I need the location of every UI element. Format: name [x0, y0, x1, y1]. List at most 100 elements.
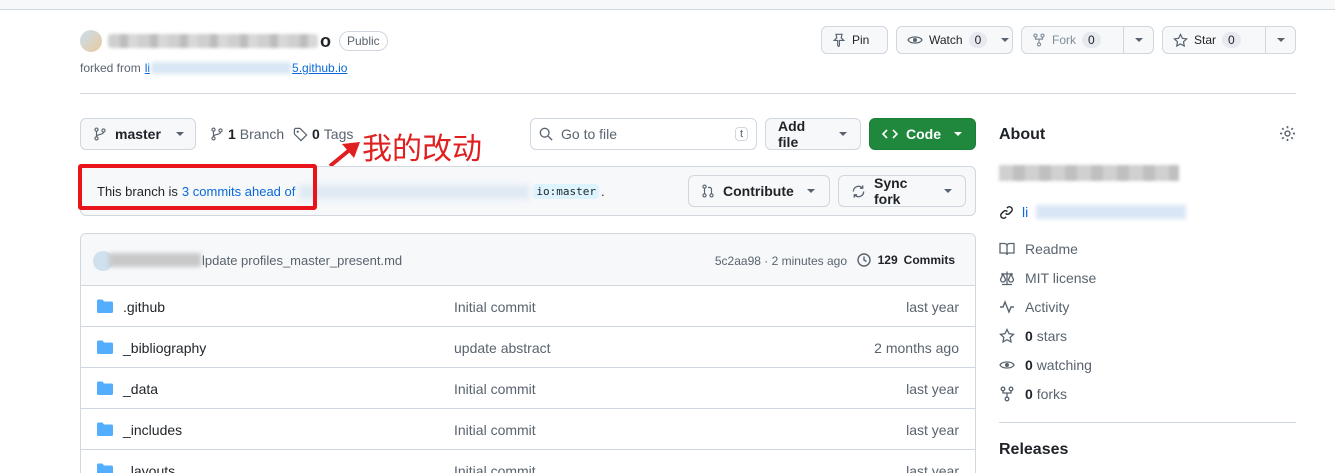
- file-commit-message[interactable]: Initial commit: [454, 463, 536, 473]
- fork-label: Fork: [1052, 33, 1076, 47]
- star-button[interactable]: Star 0: [1162, 26, 1296, 54]
- link-icon: [999, 205, 1014, 220]
- file-name[interactable]: .github: [123, 299, 165, 315]
- watch-button[interactable]: Watch 0: [896, 26, 1013, 54]
- redacted-homepage: [1036, 205, 1187, 219]
- file-commit-message[interactable]: Initial commit: [454, 422, 536, 438]
- star-icon: [999, 328, 1015, 344]
- code-label: Code: [906, 126, 941, 142]
- chevron-down-icon: [1276, 37, 1286, 43]
- go-to-file-search[interactable]: Go to file t: [530, 118, 757, 150]
- code-button[interactable]: Code: [869, 118, 976, 150]
- forks-label: forks: [1036, 386, 1068, 402]
- folder-icon: [97, 422, 113, 436]
- fork-dropdown[interactable]: [1123, 27, 1153, 53]
- eye-icon: [999, 357, 1015, 373]
- visibility-badge: Public: [339, 31, 388, 51]
- redacted-upstream: [151, 62, 292, 74]
- homepage-link[interactable]: li: [999, 204, 1187, 220]
- folder-icon: [97, 340, 113, 354]
- sync-fork-button[interactable]: Sync fork: [838, 175, 966, 207]
- branches-count: 1: [228, 126, 236, 142]
- branch-icon: [93, 127, 107, 141]
- watching-count: 0: [1025, 357, 1033, 373]
- repo-name-tail[interactable]: o: [320, 31, 331, 52]
- gear-icon[interactable]: [1279, 125, 1296, 142]
- redacted-upstream-name: [299, 184, 530, 199]
- branches-link[interactable]: 1 Branch: [210, 126, 284, 142]
- chevron-down-icon: [953, 131, 963, 137]
- commit-hash[interactable]: 5c2aa98: [715, 254, 761, 268]
- file-commit-message[interactable]: update abstract: [454, 340, 551, 356]
- forked-from-link[interactable]: li 5.github.io: [145, 61, 348, 75]
- stars-count: 0: [1025, 328, 1033, 344]
- star-counter: 0: [1222, 32, 1241, 48]
- file-row[interactable]: _bibliography update abstract 2 months a…: [81, 327, 975, 368]
- forked-from-label: forked from: [80, 61, 141, 75]
- watch-counter: 0: [968, 32, 988, 48]
- chevron-down-icon: [943, 188, 953, 194]
- commits-label: Commits: [903, 253, 955, 267]
- pulse-icon: [999, 299, 1015, 315]
- law-icon: [999, 270, 1015, 286]
- stars-label: stars: [1036, 328, 1068, 344]
- annotation-highlight-box: [78, 164, 317, 210]
- commits-history-link[interactable]: 129 Commits: [856, 252, 955, 268]
- watching-link[interactable]: 0 watching: [999, 357, 1092, 373]
- file-row[interactable]: _data Initial commit last year: [81, 368, 975, 409]
- add-file-button[interactable]: Add file: [765, 118, 861, 150]
- fork-counter: 0: [1082, 32, 1101, 48]
- contribute-button[interactable]: Contribute: [688, 175, 830, 207]
- file-commit-time: 2 months ago: [874, 340, 959, 356]
- search-placeholder: Go to file: [561, 126, 618, 142]
- releases-heading[interactable]: Releases: [999, 441, 1068, 459]
- file-row[interactable]: _includes Initial commit last year: [81, 409, 975, 450]
- chevron-down-icon: [806, 188, 816, 194]
- file-commit-message[interactable]: Initial commit: [454, 381, 536, 397]
- watch-label: Watch: [929, 33, 963, 47]
- ahead-suffix: .: [600, 184, 605, 199]
- search-shortcut-key: t: [734, 127, 748, 141]
- forks-link[interactable]: 0 forks: [999, 386, 1067, 402]
- file-name[interactable]: _includes: [123, 422, 182, 438]
- upstream-branch[interactable]: io:master: [533, 184, 599, 199]
- latest-commit-message[interactable]: lpdate profiles_master_present.md: [202, 253, 402, 268]
- readme-link[interactable]: Readme: [999, 241, 1078, 257]
- folder-icon: [97, 381, 113, 395]
- file-name[interactable]: _data: [123, 381, 158, 397]
- branch-selector[interactable]: master: [80, 118, 196, 150]
- fork-icon: [999, 386, 1015, 402]
- star-dropdown[interactable]: [1265, 27, 1295, 53]
- forked-from-link-tail: 5.github.io: [292, 61, 348, 75]
- file-row[interactable]: .github Initial commit last year: [81, 286, 975, 327]
- file-commit-time: last year: [906, 463, 959, 473]
- redacted-repo-name: [108, 34, 318, 48]
- branch-name: master: [115, 126, 161, 142]
- meta-separator: ·: [764, 254, 769, 268]
- owner-avatar[interactable]: [80, 30, 102, 52]
- license-link[interactable]: MIT license: [999, 270, 1096, 286]
- branch-icon: [210, 127, 224, 141]
- star-icon: [1173, 32, 1188, 48]
- file-row[interactable]: _layouts Initial commit last year: [81, 450, 975, 473]
- file-table: lpdate profiles_master_present.md 5c2aa9…: [80, 233, 976, 473]
- pin-label: Pin: [852, 33, 870, 47]
- stars-link[interactable]: 0 stars: [999, 328, 1067, 344]
- commits-count: 129: [877, 253, 898, 267]
- book-icon: [999, 241, 1015, 257]
- history-icon: [856, 252, 872, 268]
- file-name[interactable]: _layouts: [123, 463, 175, 473]
- about-title: About: [999, 126, 1046, 143]
- folder-icon: [97, 299, 113, 313]
- file-name[interactable]: _bibliography: [123, 340, 206, 356]
- homepage-link-prefix: li: [1022, 204, 1029, 220]
- watch-dropdown[interactable]: [997, 27, 1012, 53]
- latest-commit-row: lpdate profiles_master_present.md 5c2aa9…: [81, 234, 975, 286]
- branches-label: Branch: [239, 126, 285, 142]
- activity-link[interactable]: Activity: [999, 299, 1069, 315]
- file-commit-message[interactable]: Initial commit: [454, 299, 536, 315]
- pin-button[interactable]: Pin: [821, 26, 888, 54]
- fork-button[interactable]: Fork 0: [1021, 26, 1154, 54]
- license-label: MIT license: [1025, 270, 1097, 286]
- file-commit-time: last year: [906, 381, 959, 397]
